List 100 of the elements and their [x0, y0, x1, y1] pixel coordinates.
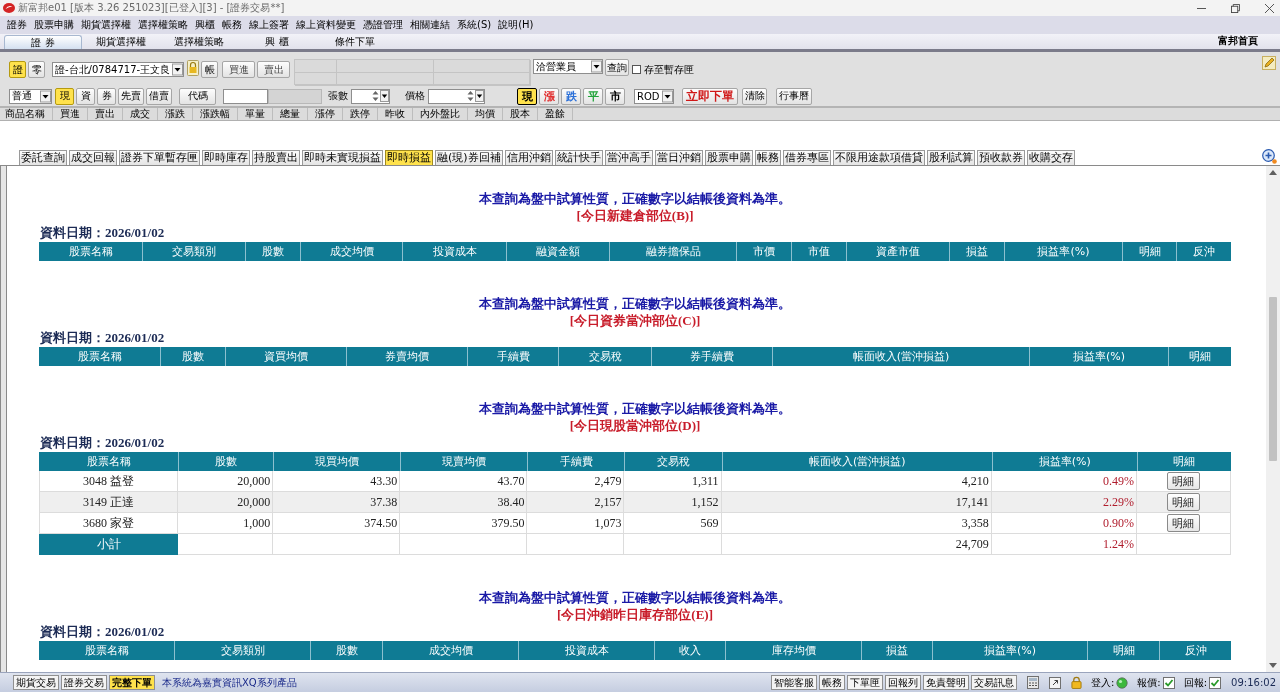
- calendar-button[interactable]: 行事曆: [776, 87, 812, 105]
- trade-type-button[interactable]: 現: [55, 87, 74, 105]
- function-tab[interactable]: 股票申購: [704, 150, 753, 165]
- salesperson-dropdown[interactable]: 洽營業員: [533, 59, 603, 74]
- notice-text: 本查詢為盤中試算性質，正確數字以結帳後資料為準。: [479, 589, 791, 606]
- function-tab[interactable]: 收購交存: [1026, 150, 1075, 165]
- account-button[interactable]: 帳: [201, 61, 218, 78]
- function-tab[interactable]: 委託查詢: [19, 150, 67, 165]
- close-icon[interactable]: [1265, 3, 1274, 13]
- order-side-button[interactable]: 賣出: [257, 61, 290, 78]
- pencil-icon[interactable]: [1262, 56, 1276, 70]
- scrollbar[interactable]: [1266, 166, 1280, 672]
- query-button[interactable]: 查詢: [605, 59, 629, 76]
- function-tab[interactable]: 預收款券: [976, 150, 1025, 165]
- column-header: 賣出: [88, 108, 123, 120]
- time-in-force-dropdown[interactable]: ROD: [634, 88, 674, 104]
- menu-item[interactable]: 系統(S): [457, 18, 492, 32]
- zoom-in-icon[interactable]: [1262, 149, 1277, 164]
- subtotal-label: 小計: [39, 534, 179, 555]
- submit-order-button[interactable]: 立即下單: [682, 87, 738, 105]
- module-tab[interactable]: 條件下單: [316, 35, 394, 49]
- column-header: 內外盤比: [413, 108, 468, 120]
- column-header: 股本: [503, 108, 538, 120]
- function-tab[interactable]: 成交回報: [69, 150, 117, 165]
- bottom-tab[interactable]: 完整下單: [109, 675, 155, 690]
- column-header: 明細: [1087, 641, 1159, 660]
- menu-item[interactable]: 線上簽署: [249, 18, 289, 32]
- status-button[interactable]: 下單匣: [846, 675, 883, 690]
- price-type-button[interactable]: 現: [517, 87, 537, 105]
- padlock-icon[interactable]: [1070, 676, 1082, 689]
- home-link[interactable]: 富邦首頁: [1218, 34, 1258, 48]
- column-header: 資買均價: [225, 347, 346, 366]
- clear-button[interactable]: 清除: [742, 87, 767, 105]
- account-dropdown[interactable]: 證-台北/0784717-王文良: [52, 62, 184, 77]
- menu-item[interactable]: 帳務: [222, 18, 242, 32]
- bottom-tab[interactable]: 證券交易: [61, 675, 107, 690]
- scroll-down-icon[interactable]: [1269, 663, 1277, 668]
- menu-item[interactable]: 相關連結: [410, 18, 450, 32]
- order-side-button[interactable]: 買進: [222, 61, 255, 78]
- market-button[interactable]: 零: [28, 61, 45, 78]
- function-tab[interactable]: 即時庫存: [202, 150, 250, 165]
- module-tab[interactable]: 興 櫃: [238, 35, 316, 49]
- function-tab[interactable]: 不限用途款項借貸: [832, 150, 925, 165]
- price-type-button[interactable]: 跌: [561, 87, 581, 105]
- detail-button[interactable]: 明細: [1166, 472, 1200, 490]
- function-tab[interactable]: 統計快手: [554, 150, 603, 165]
- quantity-field[interactable]: [351, 88, 390, 104]
- calculator-icon[interactable]: [1026, 676, 1039, 689]
- detail-button[interactable]: 明細: [1166, 493, 1200, 511]
- status-button[interactable]: 交易訊息: [970, 675, 1017, 690]
- function-tab[interactable]: 證券下單暫存匣: [119, 150, 200, 165]
- menu-item[interactable]: 證券: [7, 18, 27, 32]
- menu-item[interactable]: 選擇權策略: [138, 18, 188, 32]
- save-draft-checkbox[interactable]: [632, 65, 641, 74]
- stock-code-field[interactable]: [223, 88, 268, 104]
- spinner-icon[interactable]: [467, 90, 474, 102]
- function-tab[interactable]: 股利試算: [926, 150, 975, 165]
- menu-item[interactable]: 股票申購: [34, 18, 74, 32]
- module-tab[interactable]: 證 券: [4, 35, 82, 49]
- scroll-thumb[interactable]: [1269, 297, 1277, 461]
- price-field[interactable]: [428, 88, 485, 104]
- menu-item[interactable]: 說明(H): [498, 18, 534, 32]
- scroll-up-icon[interactable]: [1269, 170, 1277, 175]
- menu-item[interactable]: 興櫃: [195, 18, 215, 32]
- status-button[interactable]: 回報列: [884, 675, 921, 690]
- function-tab[interactable]: 當沖高手: [604, 150, 653, 165]
- restore-icon[interactable]: [1231, 3, 1240, 13]
- menu-item[interactable]: 憑證管理: [363, 18, 403, 32]
- price-type-button[interactable]: 漲: [539, 87, 559, 105]
- checkbox-label: 存至暫存匣: [644, 63, 694, 77]
- function-tab[interactable]: 持股賣出: [252, 150, 300, 165]
- data-date: 資料日期：2026/01/02: [39, 329, 165, 346]
- function-tab[interactable]: 帳務: [754, 150, 781, 165]
- function-tab[interactable]: 借券專區: [782, 150, 831, 165]
- bottom-tab[interactable]: 期貨交易: [13, 675, 59, 690]
- status-button[interactable]: 智能客服: [770, 675, 817, 690]
- market-button[interactable]: 證: [9, 61, 26, 78]
- function-tab[interactable]: 當日沖銷: [654, 150, 703, 165]
- function-tab[interactable]: 融(現)券回補: [435, 150, 503, 165]
- menu-item[interactable]: 期貨選擇權: [81, 18, 131, 32]
- order-type-dropdown[interactable]: 普通: [9, 88, 52, 104]
- trade-type-button[interactable]: 資: [76, 87, 95, 105]
- trade-type-button[interactable]: 先賣: [118, 87, 144, 105]
- price-type-button[interactable]: 市: [605, 87, 625, 105]
- expand-icon[interactable]: [1048, 676, 1061, 689]
- menu-item[interactable]: 線上資料變更: [296, 18, 356, 32]
- stock-code-button[interactable]: 代碼: [179, 87, 216, 105]
- status-text: 本系統為嘉實資訊XQ系列產品: [162, 675, 297, 690]
- module-tab[interactable]: 期貨選擇權: [82, 35, 160, 49]
- function-tab[interactable]: 即時損益: [385, 150, 433, 165]
- trade-type-button[interactable]: 券: [97, 87, 116, 105]
- module-tab[interactable]: 選擇權策略: [160, 35, 238, 49]
- function-tab[interactable]: 即時未實現損益: [302, 150, 383, 165]
- trade-type-button[interactable]: 借賣: [146, 87, 172, 105]
- status-button[interactable]: 帳務: [818, 675, 845, 690]
- status-button[interactable]: 免責聲明: [922, 675, 969, 690]
- table-cell: 3680 家登: [39, 513, 179, 534]
- spinner-icon[interactable]: [372, 90, 379, 102]
- detail-button[interactable]: 明細: [1166, 514, 1200, 532]
- function-tab[interactable]: 信用沖銷: [504, 150, 553, 165]
